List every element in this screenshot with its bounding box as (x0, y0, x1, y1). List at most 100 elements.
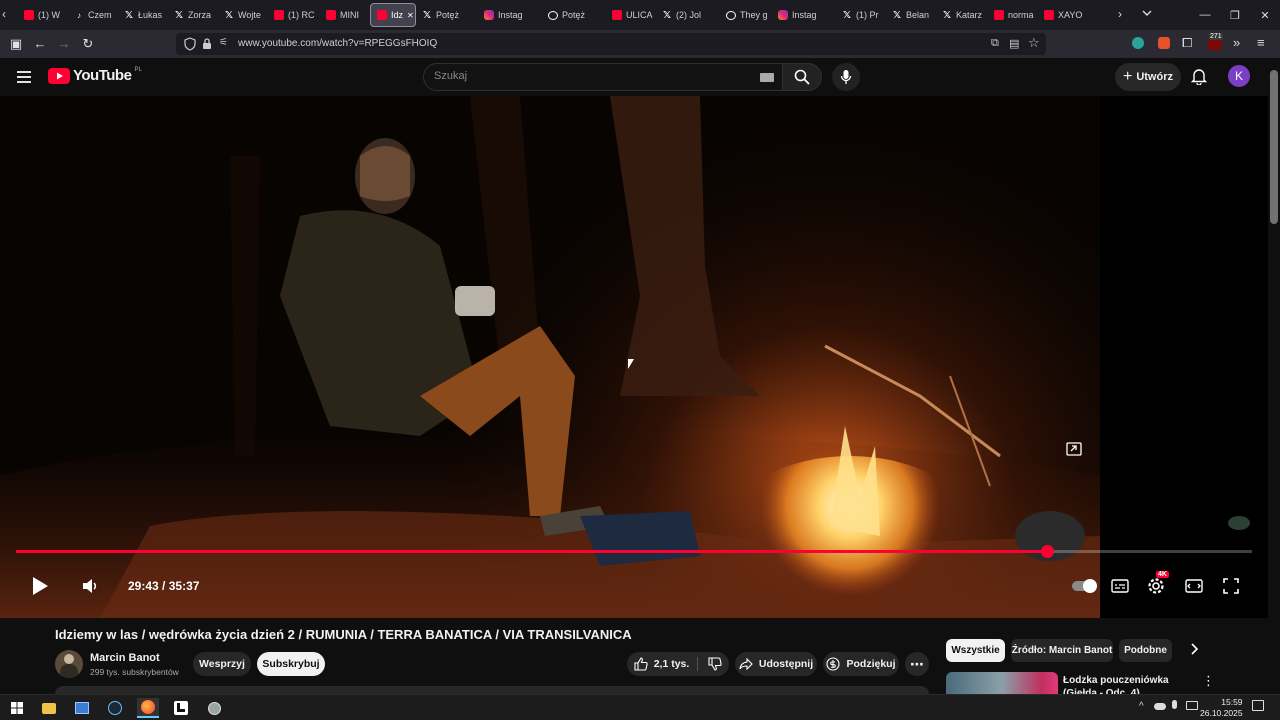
chips-next-button[interactable] (1188, 642, 1208, 660)
minimize-window-button[interactable]: — (1190, 0, 1220, 30)
browser-tab[interactable]: 𝕏 (2) Jol (656, 3, 720, 27)
browser-tab[interactable]: ♪ Czem (68, 3, 118, 27)
browser-tab[interactable]: norma (988, 3, 1038, 27)
search-icon (794, 69, 810, 85)
control-panel-icon[interactable] (71, 698, 93, 718)
tab-scroll-left-button[interactable]: ‹ (2, 7, 16, 23)
browser-tab[interactable]: (1) RC (268, 3, 320, 27)
steam-icon[interactable] (104, 698, 126, 718)
permissions-icon[interactable]: ⚟ (219, 37, 228, 48)
channel-name[interactable]: Marcin Banot (90, 652, 160, 664)
shield-icon[interactable] (184, 37, 196, 56)
browser-tab[interactable]: 𝕏 (1) Pr (836, 3, 886, 27)
system-clock[interactable]: 15:59 26.10.2025 (1200, 697, 1243, 719)
tab-scroll-right-button[interactable]: › (1118, 7, 1132, 23)
create-button[interactable]: + Utwórz (1115, 63, 1181, 91)
tray-overflow-chevron-icon[interactable]: ^ (1139, 701, 1144, 712)
subtitles-button[interactable] (1108, 576, 1132, 596)
file-explorer-icon[interactable] (38, 698, 60, 718)
picture-in-picture-icon[interactable]: ⧉ (991, 37, 999, 50)
browser-tab[interactable]: 𝕏 Łukas (118, 3, 168, 27)
browser-tab[interactable]: ULICA (606, 3, 656, 27)
search-input[interactable]: Szukaj (423, 63, 783, 91)
play-button[interactable] (28, 575, 52, 597)
recommendation-title[interactable]: Łodzka pouczeniówka (Giełda - Odc. 4) (1063, 674, 1198, 694)
page-scrollbar[interactable] (1268, 58, 1280, 694)
browser-tab[interactable]: 𝕏 Katarz (936, 3, 988, 27)
chip-all[interactable]: Wszystkie (946, 639, 1005, 662)
overflow-menu-icon[interactable]: » (1233, 35, 1240, 50)
fullscreen-button[interactable] (1220, 576, 1242, 596)
description-box-top[interactable] (55, 686, 929, 694)
onedrive-cloud-icon[interactable] (1154, 703, 1166, 710)
reader-view-icon[interactable]: ▤ (1009, 37, 1019, 50)
browser-tab[interactable]: Instag (772, 3, 836, 27)
autoplay-toggle[interactable] (1072, 579, 1097, 593)
search-button[interactable] (782, 63, 822, 91)
browser-tab[interactable]: Potęż (542, 3, 606, 27)
list-all-tabs-button[interactable] (1140, 6, 1156, 22)
scrollbar-thumb[interactable] (1270, 70, 1278, 224)
lock-icon[interactable] (202, 37, 212, 55)
account-avatar[interactable]: K (1228, 65, 1250, 87)
channel-watermark[interactable] (1228, 516, 1250, 530)
guide-menu-button[interactable] (14, 67, 34, 87)
extensions-puzzle-icon[interactable]: ⧠ (1182, 35, 1192, 51)
notifications-button[interactable] (1190, 67, 1210, 87)
thanks-button[interactable]: Podziękuj (823, 652, 899, 676)
address-bar[interactable]: ⚟ www.youtube.com/watch?v=RPEGGsFHOIQ ⧉ … (176, 33, 1046, 55)
support-button[interactable]: Wesprzyj (193, 652, 251, 676)
close-window-button[interactable]: ✕ (1250, 0, 1280, 30)
bookmark-star-icon[interactable]: ☆ (1028, 35, 1040, 51)
browser-tab[interactable]: MINI (320, 3, 370, 27)
browser-tab[interactable]: XAYO (1038, 3, 1088, 27)
hamburger-menu-icon[interactable]: ≡ (1257, 35, 1265, 50)
network-display-icon[interactable] (1186, 701, 1198, 710)
keyboard-icon[interactable] (760, 73, 774, 82)
video-player[interactable] (0, 96, 1100, 618)
browser-tab[interactable]: 𝕏 Zorza (168, 3, 218, 27)
forward-button[interactable]: → (52, 30, 76, 58)
chip-related[interactable]: Podobne (1119, 639, 1172, 662)
more-actions-button[interactable]: ⋯ (905, 652, 929, 676)
notifications-center-icon[interactable] (1252, 700, 1264, 711)
recommendation-menu-button[interactable]: ⋮ (1202, 674, 1215, 690)
sidebar-toggle-icon[interactable]: ▣ (4, 30, 28, 58)
volume-icon (83, 579, 97, 593)
reload-button[interactable]: ↻ (76, 30, 100, 58)
like-button[interactable]: 2,1 tys. (634, 657, 699, 671)
theater-mode-button[interactable] (1182, 576, 1206, 596)
recommendation-thumbnail[interactable] (946, 672, 1058, 694)
share-button[interactable]: Udostępnij (735, 652, 817, 676)
youtube-logo[interactable]: YouTube PL (48, 67, 142, 84)
close-tab-icon[interactable]: ✕ (407, 11, 414, 20)
settings-button[interactable]: 4K (1144, 571, 1169, 598)
subscribe-button[interactable]: Subskrybuj (257, 652, 325, 676)
app-planet-icon[interactable] (203, 698, 225, 718)
dislike-button[interactable] (704, 657, 722, 671)
browser-tab[interactable]: (1) W (18, 3, 68, 27)
firefox-icon[interactable] (137, 698, 159, 718)
x-favicon-icon: 𝕏 (892, 9, 902, 21)
back-button[interactable]: ← (28, 30, 52, 58)
seek-bar[interactable] (16, 545, 1252, 558)
browser-tab[interactable]: 𝕏 Potęż (416, 3, 478, 27)
browser-tab[interactable]: Idz ✕ (370, 3, 416, 27)
microphone-tray-icon[interactable] (1172, 700, 1177, 709)
browser-tab[interactable]: Instag (478, 3, 542, 27)
voice-search-button[interactable] (832, 63, 860, 91)
restore-window-button[interactable]: ❐ (1220, 0, 1250, 30)
chip-from-channel[interactable]: Źródło: Marcin Banot (1011, 639, 1113, 662)
browser-tab-label: Potęż (562, 10, 586, 20)
browser-tab[interactable]: 𝕏 Wojte (218, 3, 268, 27)
browser-tab[interactable]: 𝕏 Belan (886, 3, 936, 27)
channel-avatar-body (60, 664, 78, 678)
pip-overlay-button[interactable] (1064, 441, 1084, 457)
extension-fox-icon[interactable] (1158, 37, 1170, 49)
browser-tab[interactable]: They g (720, 3, 772, 27)
channel-avatar[interactable] (55, 650, 83, 678)
extension-shield-icon[interactable] (1132, 37, 1144, 49)
start-button[interactable] (6, 698, 28, 718)
mute-button[interactable] (78, 576, 102, 596)
app-l-icon[interactable] (170, 698, 192, 718)
